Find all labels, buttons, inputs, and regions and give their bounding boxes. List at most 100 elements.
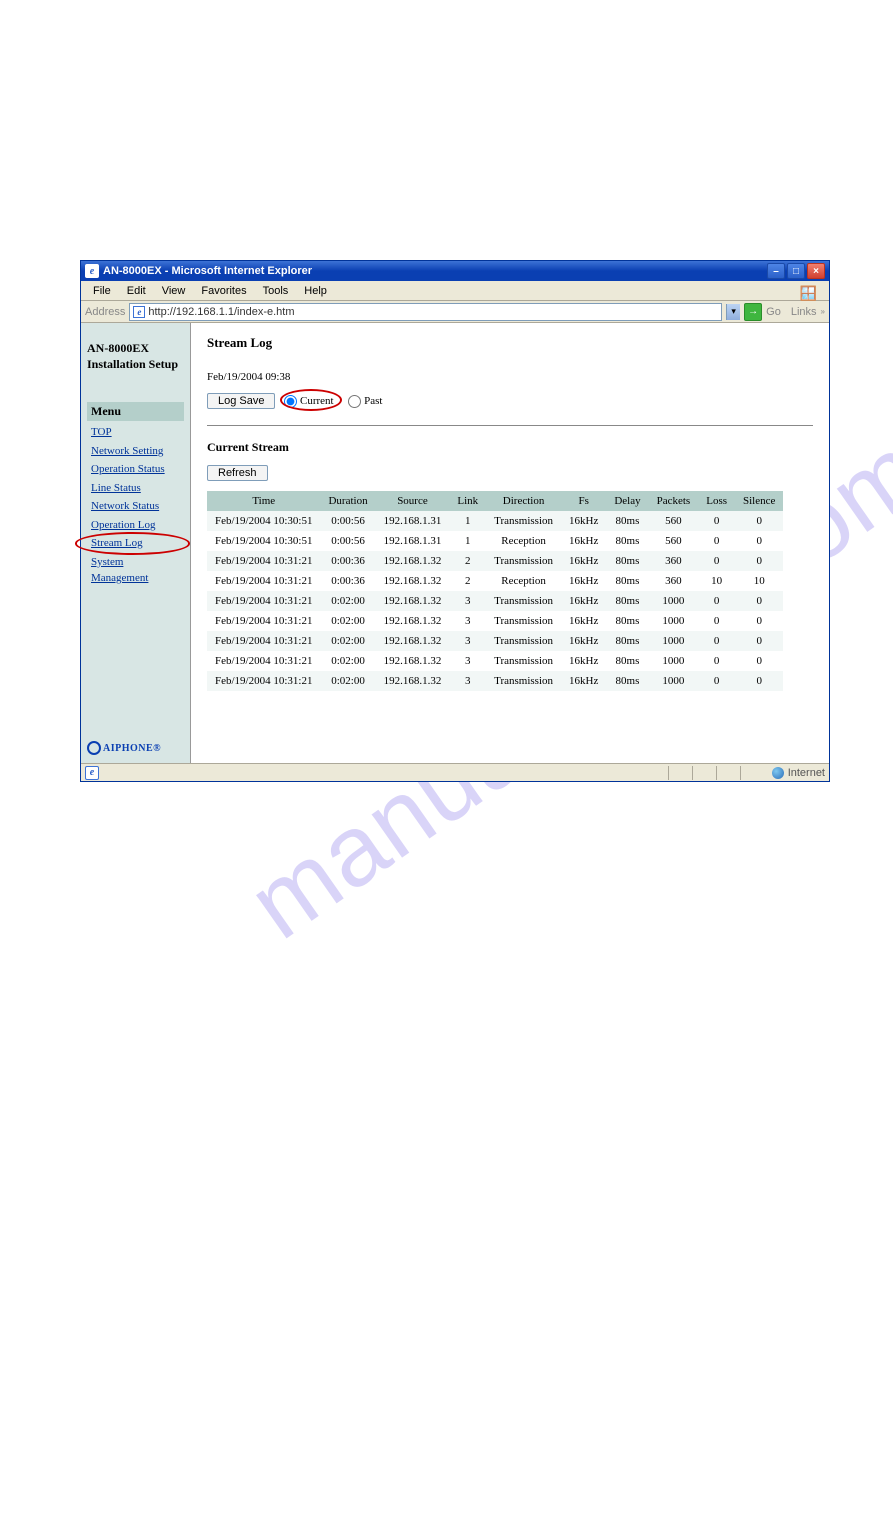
cell-delay: 80ms (606, 631, 648, 651)
cell-packets: 1000 (649, 611, 699, 631)
cell-duration: 0:02:00 (320, 651, 375, 671)
log-controls: Log Save Current Past (207, 393, 394, 409)
table-row: Feb/19/2004 10:31:210:02:00192.168.1.323… (207, 671, 783, 691)
address-input[interactable] (148, 306, 718, 318)
address-dropdown[interactable]: ▾ (726, 304, 740, 320)
menu-header: Menu (87, 402, 184, 421)
links-label[interactable]: Links (791, 306, 817, 318)
cell-link: 3 (449, 671, 486, 691)
cell-link: 2 (449, 551, 486, 571)
cell-source: 192.168.1.32 (376, 611, 450, 631)
cell-source: 192.168.1.31 (376, 531, 450, 551)
cell-packets: 560 (649, 511, 699, 531)
menu-view[interactable]: View (154, 283, 194, 299)
col-time: Time (207, 491, 320, 511)
sidebar-item-operation-status[interactable]: Operation Status (87, 460, 184, 479)
col-link: Link (449, 491, 486, 511)
sidebar-title: AN-8000EX Installation Setup (87, 341, 184, 372)
cell-duration: 0:00:36 (320, 571, 375, 591)
cell-silence: 0 (735, 591, 783, 611)
sidebar-item-line-status[interactable]: Line Status (87, 479, 184, 498)
cell-silence: 0 (735, 551, 783, 571)
cell-delay: 80ms (606, 651, 648, 671)
sidebar-item-system-management[interactable]: System Management (87, 553, 184, 588)
cell-time: Feb/19/2004 10:31:21 (207, 671, 320, 691)
page-icon: e (133, 306, 145, 318)
main-panel: Stream Log Feb/19/2004 09:38 Log Save Cu… (191, 323, 829, 763)
refresh-button[interactable]: Refresh (207, 465, 268, 481)
window-title: AN-8000EX - Microsoft Internet Explorer (103, 265, 312, 277)
cell-fs: 16kHz (561, 551, 606, 571)
sidebar-item-operation-log[interactable]: Operation Log (87, 516, 184, 535)
minimize-button[interactable]: – (767, 263, 785, 279)
cell-loss: 0 (698, 591, 735, 611)
col-loss: Loss (698, 491, 735, 511)
cell-time: Feb/19/2004 10:31:21 (207, 571, 320, 591)
cell-delay: 80ms (606, 511, 648, 531)
cell-time: Feb/19/2004 10:31:21 (207, 591, 320, 611)
cell-loss: 0 (698, 511, 735, 531)
col-direction: Direction (486, 491, 561, 511)
cell-loss: 10 (698, 571, 735, 591)
sidebar-item-network-status[interactable]: Network Status (87, 497, 184, 516)
cell-time: Feb/19/2004 10:30:51 (207, 531, 320, 551)
cell-silence: 0 (735, 671, 783, 691)
close-button[interactable]: × (807, 263, 825, 279)
sidebar-item-top[interactable]: TOP (87, 423, 184, 442)
cell-direction: Transmission (486, 631, 561, 651)
radio-current-input[interactable] (284, 395, 297, 408)
menu-help[interactable]: Help (296, 283, 335, 299)
menu-edit[interactable]: Edit (119, 283, 154, 299)
menu-file[interactable]: File (85, 283, 119, 299)
ie-icon: e (85, 264, 99, 278)
cell-fs: 16kHz (561, 611, 606, 631)
address-bar: Address e ▾ → Go Links » (81, 301, 829, 323)
radio-past-input[interactable] (348, 395, 361, 408)
radio-past[interactable]: Past (348, 395, 382, 407)
cell-source: 192.168.1.32 (376, 551, 450, 571)
links-chevron-icon[interactable]: » (821, 307, 825, 316)
cell-delay: 80ms (606, 611, 648, 631)
status-cells (668, 766, 764, 780)
cell-delay: 80ms (606, 571, 648, 591)
radio-current[interactable]: Current (284, 395, 336, 407)
radio-current-label: Current (300, 395, 334, 407)
cell-duration: 0:02:00 (320, 631, 375, 651)
status-cell (716, 766, 740, 780)
col-packets: Packets (649, 491, 699, 511)
cell-link: 3 (449, 611, 486, 631)
cell-silence: 0 (735, 631, 783, 651)
status-cell (668, 766, 692, 780)
log-save-button[interactable]: Log Save (207, 393, 275, 409)
col-delay: Delay (606, 491, 648, 511)
cell-direction: Transmission (486, 611, 561, 631)
sidebar-item-stream-log[interactable]: Stream Log (87, 534, 184, 553)
col-silence: Silence (735, 491, 783, 511)
globe-icon (772, 767, 784, 779)
cell-direction: Transmission (486, 551, 561, 571)
sidebar-item-network-setting[interactable]: Network Setting (87, 442, 184, 461)
cell-packets: 360 (649, 571, 699, 591)
cell-fs: 16kHz (561, 651, 606, 671)
table-row: Feb/19/2004 10:31:210:02:00192.168.1.323… (207, 591, 783, 611)
cell-packets: 1000 (649, 591, 699, 611)
cell-direction: Transmission (486, 591, 561, 611)
go-button[interactable]: → (744, 303, 762, 321)
cell-source: 192.168.1.32 (376, 571, 450, 591)
maximize-button[interactable]: □ (787, 263, 805, 279)
menu-tools[interactable]: Tools (255, 283, 297, 299)
cell-fs: 16kHz (561, 571, 606, 591)
cell-silence: 10 (735, 571, 783, 591)
table-row: Feb/19/2004 10:31:210:00:36192.168.1.322… (207, 571, 783, 591)
address-box: e (129, 303, 722, 321)
cell-packets: 1000 (649, 651, 699, 671)
status-cell (692, 766, 716, 780)
cell-time: Feb/19/2004 10:31:21 (207, 651, 320, 671)
sub-header: Current Stream (207, 440, 813, 455)
menu-favorites[interactable]: Favorites (193, 283, 254, 299)
cell-source: 192.168.1.32 (376, 631, 450, 651)
cell-direction: Reception (486, 531, 561, 551)
cell-direction: Reception (486, 571, 561, 591)
cell-time: Feb/19/2004 10:31:21 (207, 551, 320, 571)
cell-link: 1 (449, 531, 486, 551)
